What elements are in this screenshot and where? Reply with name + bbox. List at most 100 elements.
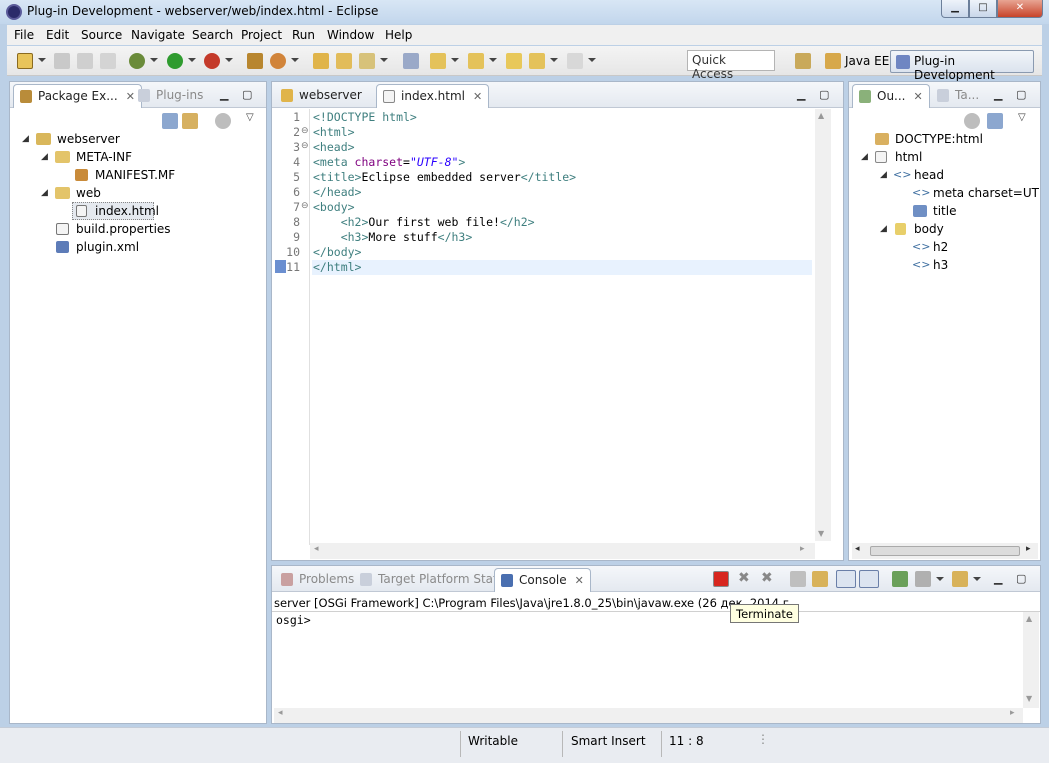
back-icon[interactable] bbox=[529, 53, 545, 69]
code-line-5[interactable]: <title>Eclipse embedded server</title> bbox=[313, 170, 576, 184]
open-type-icon[interactable] bbox=[313, 53, 329, 69]
new-icon[interactable] bbox=[17, 53, 33, 69]
expand-arrow-icon[interactable]: ◢ bbox=[41, 188, 48, 198]
minimize-view-icon[interactable]: ▁ bbox=[994, 88, 1002, 101]
maximize-view-icon[interactable]: ▢ bbox=[819, 88, 829, 101]
tree-item-web[interactable]: web bbox=[76, 186, 101, 200]
tab-webserver[interactable]: webserver bbox=[275, 84, 368, 108]
code-line-10[interactable]: </body> bbox=[313, 245, 361, 259]
chevron-down-icon[interactable] bbox=[936, 577, 944, 581]
chevron-down-icon[interactable] bbox=[291, 58, 299, 62]
code-line-6[interactable]: </head> bbox=[313, 185, 361, 199]
show-on-output-icon[interactable] bbox=[836, 570, 856, 588]
open-perspective-icon[interactable] bbox=[795, 53, 811, 69]
scroll-up-icon[interactable]: ▲ bbox=[818, 111, 824, 120]
tab-target-platform[interactable]: Target Platform State bbox=[354, 568, 511, 592]
scroll-lock-icon[interactable] bbox=[812, 571, 828, 587]
perspective-plugin-dev[interactable]: Plug-in Development bbox=[890, 50, 1034, 82]
scroll-left-icon[interactable]: ◂ bbox=[855, 544, 860, 554]
tab-plug-ins[interactable]: Plug-ins bbox=[132, 84, 209, 108]
view-menu-icon[interactable]: ▽ bbox=[1018, 112, 1026, 123]
search-tool-icon[interactable] bbox=[359, 53, 375, 69]
menu-project[interactable]: Project bbox=[241, 28, 282, 42]
expand-arrow-icon[interactable]: ◢ bbox=[22, 134, 29, 144]
tab-index-html[interactable]: index.html ✕ bbox=[376, 84, 490, 108]
tree-item-manifest[interactable]: MANIFEST.MF bbox=[95, 168, 175, 182]
quick-access-input[interactable]: Quick Access bbox=[687, 50, 775, 81]
open-console-icon[interactable] bbox=[952, 571, 968, 587]
outline-item-head[interactable]: head bbox=[914, 168, 944, 182]
expand-arrow-icon[interactable]: ◢ bbox=[880, 170, 887, 180]
minimize-view-icon[interactable]: ▁ bbox=[797, 88, 805, 101]
code-line-1[interactable]: <!DOCTYPE html> bbox=[313, 110, 417, 124]
tab-console[interactable]: Console ✕ bbox=[494, 568, 591, 592]
menu-edit[interactable]: Edit bbox=[46, 28, 69, 42]
close-icon[interactable]: ✕ bbox=[575, 574, 584, 587]
scroll-left-icon[interactable]: ◂ bbox=[314, 544, 319, 554]
save-icon[interactable] bbox=[54, 53, 70, 69]
display-console-icon[interactable] bbox=[915, 571, 931, 587]
tree-item-plugin-xml[interactable]: plugin.xml bbox=[76, 240, 139, 254]
menu-source[interactable]: Source bbox=[81, 28, 122, 42]
drag-handle-icon[interactable]: ⋮ bbox=[757, 732, 769, 746]
maximize-button[interactable]: □ bbox=[969, 0, 997, 18]
chevron-down-icon[interactable] bbox=[489, 58, 497, 62]
chevron-down-icon[interactable] bbox=[380, 58, 388, 62]
remove-all-icon[interactable]: ✖ bbox=[761, 570, 773, 586]
scroll-right-icon[interactable]: ▸ bbox=[1026, 544, 1031, 554]
minimize-button[interactable]: ▁ bbox=[941, 0, 969, 18]
tab-outline[interactable]: Ou... ✕ bbox=[852, 84, 930, 108]
link-editor-icon[interactable] bbox=[182, 113, 198, 129]
clear-console-icon[interactable] bbox=[790, 571, 806, 587]
open-folder-icon[interactable] bbox=[336, 53, 352, 69]
scroll-down-icon[interactable]: ▼ bbox=[1026, 694, 1032, 703]
outline-item-meta[interactable]: meta charset=UTF-8 bbox=[933, 186, 1039, 200]
perspective-java-ee[interactable]: Java EE bbox=[845, 54, 889, 68]
tree-item-webserver[interactable]: webserver bbox=[57, 132, 120, 146]
pin-console-icon[interactable] bbox=[892, 571, 908, 587]
expand-arrow-icon[interactable]: ◢ bbox=[880, 224, 887, 234]
menu-help[interactable]: Help bbox=[385, 28, 412, 42]
tree-item-build-properties[interactable]: build.properties bbox=[76, 222, 171, 236]
collapse-all-icon[interactable] bbox=[162, 113, 178, 129]
scrollbar-thumb[interactable] bbox=[870, 546, 1020, 556]
maximize-view-icon[interactable]: ▢ bbox=[1016, 572, 1026, 585]
scroll-up-icon[interactable]: ▲ bbox=[1026, 614, 1032, 623]
chevron-down-icon[interactable] bbox=[225, 58, 233, 62]
chevron-down-icon[interactable] bbox=[588, 58, 596, 62]
minimize-view-icon[interactable]: ▁ bbox=[220, 88, 228, 101]
tab-tasks[interactable]: Ta... bbox=[931, 84, 985, 108]
run-icon[interactable] bbox=[167, 53, 183, 69]
code-line-4[interactable]: <meta charset="UTF-8"> bbox=[313, 155, 465, 169]
toggle-mark-icon[interactable] bbox=[403, 53, 419, 69]
editor-horizontal-scrollbar[interactable]: ◂ ▸ bbox=[310, 543, 815, 559]
code-line-2[interactable]: <html> bbox=[313, 125, 355, 139]
editor-vertical-scrollbar[interactable]: ▲ ▼ bbox=[815, 109, 831, 541]
show-on-error-icon[interactable] bbox=[859, 570, 879, 588]
code-line-11[interactable]: </html> bbox=[313, 260, 361, 274]
chevron-down-icon[interactable] bbox=[973, 577, 981, 581]
collapse-all-icon[interactable] bbox=[987, 113, 1003, 129]
close-icon[interactable]: ✕ bbox=[473, 90, 482, 103]
tree-item-meta-inf[interactable]: META-INF bbox=[76, 150, 132, 164]
view-menu-icon[interactable]: ▽ bbox=[246, 112, 254, 123]
menu-run[interactable]: Run bbox=[292, 28, 315, 42]
code-line-8[interactable]: <h2>Our first web file!</h2> bbox=[313, 215, 535, 229]
previous-annotation-icon[interactable] bbox=[468, 53, 484, 69]
code-line-7[interactable]: <body> bbox=[313, 200, 355, 214]
close-icon[interactable]: ✕ bbox=[914, 90, 923, 103]
console-output[interactable]: osgi> bbox=[276, 613, 311, 627]
tab-problems[interactable]: Problems bbox=[275, 568, 360, 592]
outline-horizontal-scrollbar[interactable]: ◂ ▸ bbox=[852, 543, 1038, 559]
chevron-down-icon[interactable] bbox=[38, 58, 46, 62]
scroll-left-icon[interactable]: ◂ bbox=[278, 708, 283, 718]
remove-launch-icon[interactable]: ✖ bbox=[738, 570, 750, 586]
code-line-9[interactable]: <h3>More stuff</h3> bbox=[313, 230, 473, 244]
code-line-3[interactable]: <head> bbox=[313, 140, 355, 154]
menu-search[interactable]: Search bbox=[192, 28, 233, 42]
next-annotation-icon[interactable] bbox=[430, 53, 446, 69]
chevron-down-icon[interactable] bbox=[150, 58, 158, 62]
print-icon[interactable] bbox=[100, 53, 116, 69]
expand-arrow-icon[interactable]: ◢ bbox=[861, 152, 868, 162]
console-vertical-scrollbar[interactable]: ▲ ▼ bbox=[1023, 612, 1039, 708]
